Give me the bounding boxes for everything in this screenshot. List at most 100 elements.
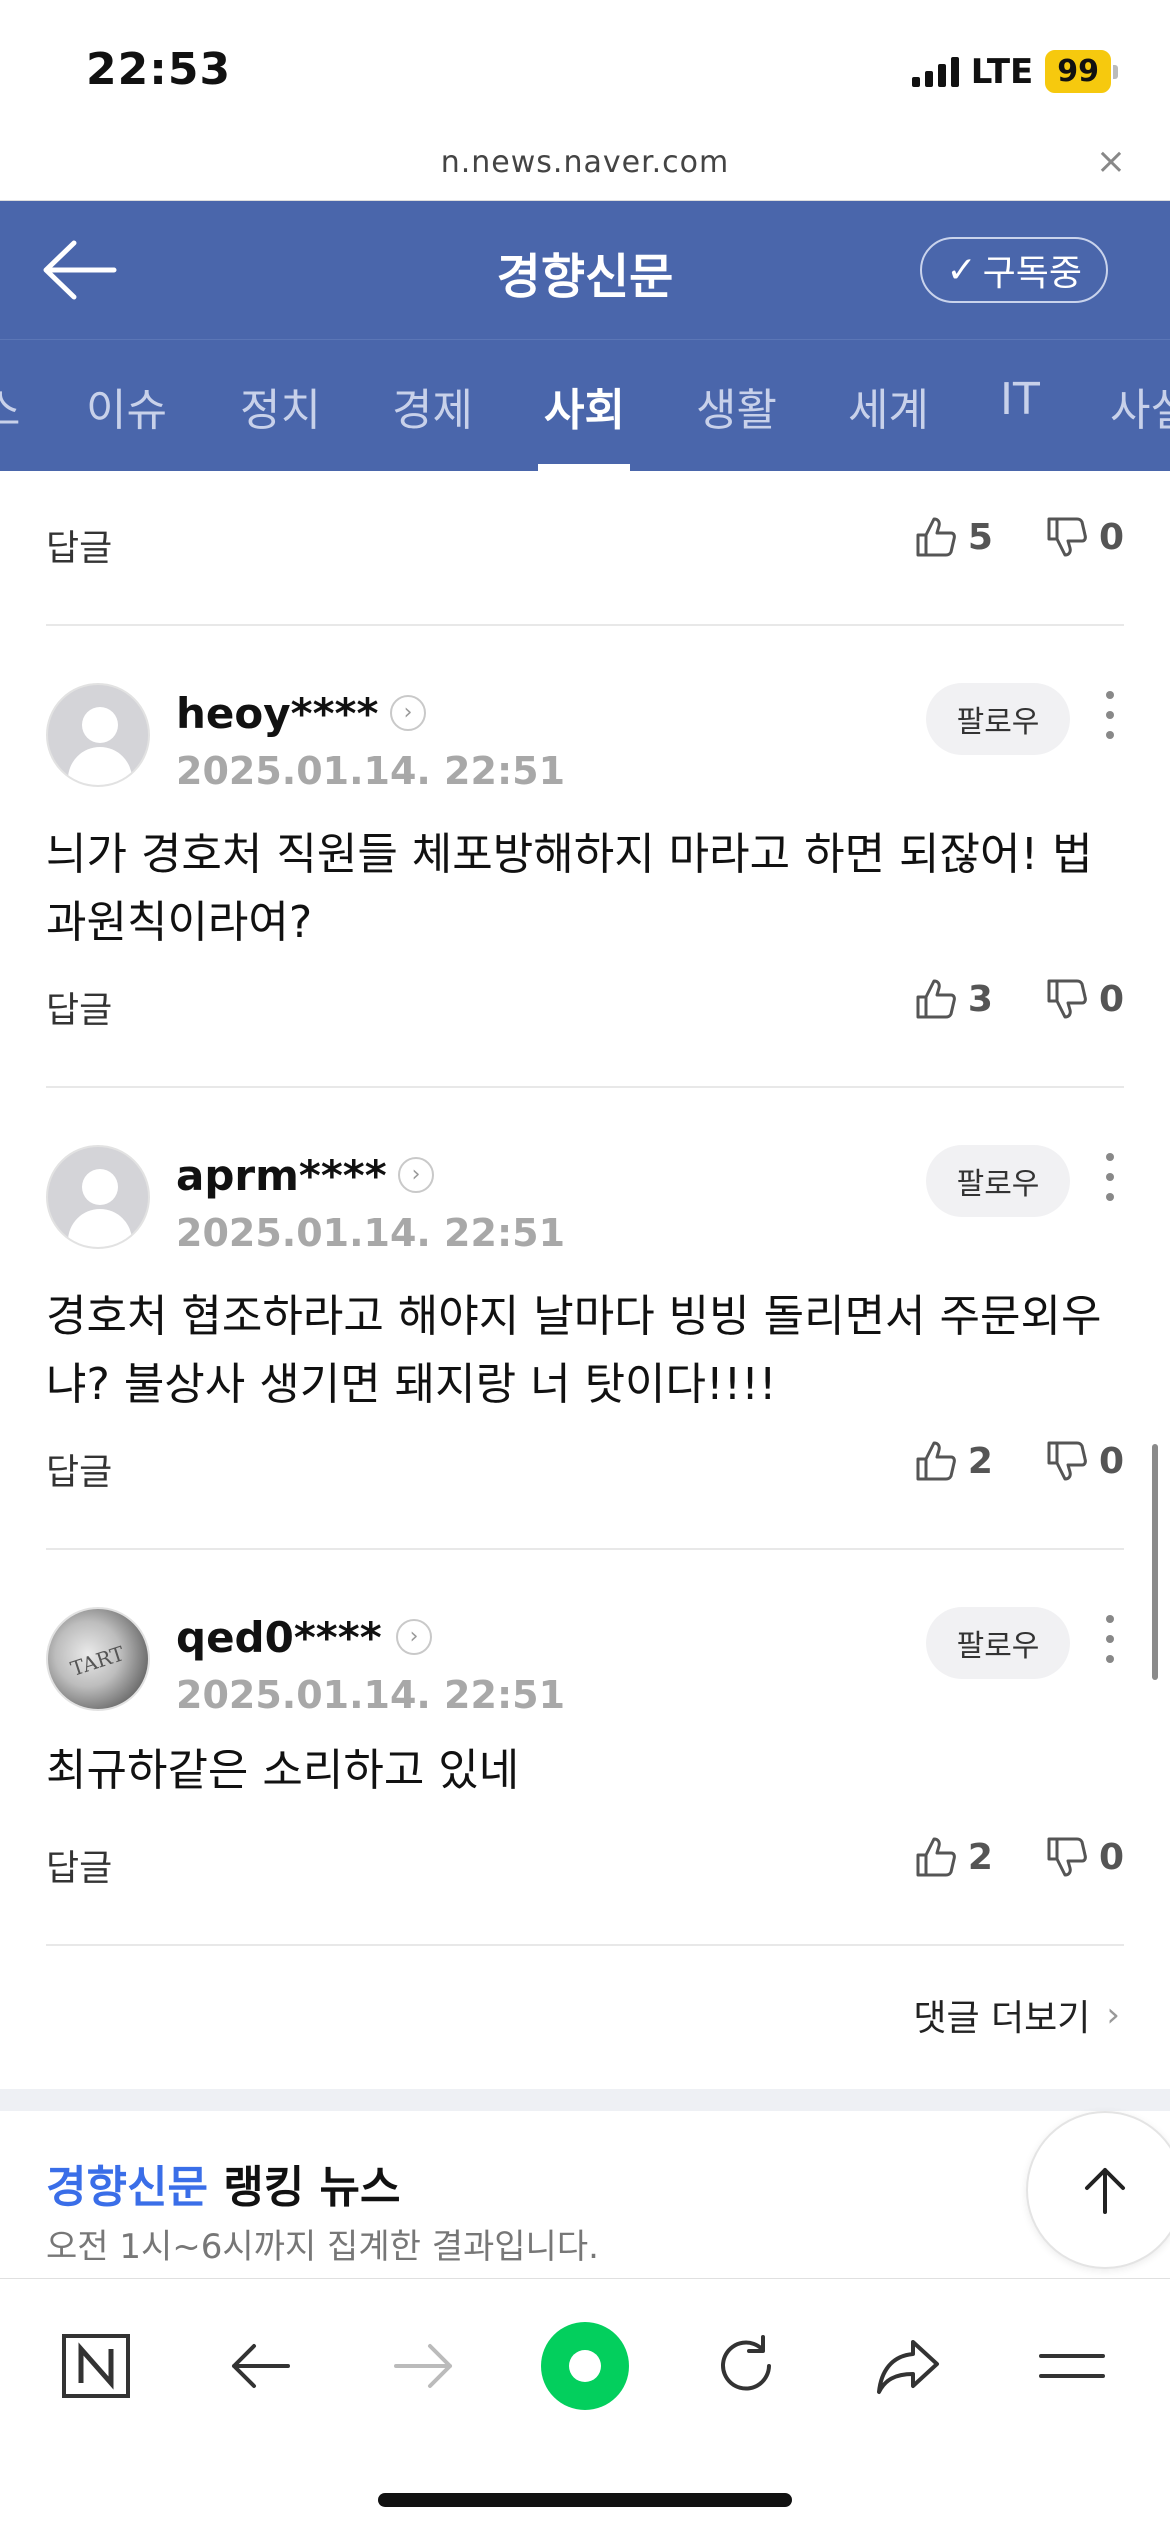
dislike-button[interactable]: 0 [1045, 1835, 1124, 1879]
check-icon: ✓ [946, 249, 977, 291]
close-icon[interactable]: × [1096, 141, 1126, 182]
comment-username[interactable]: aprm**** [176, 1151, 387, 1200]
like-count: 3 [967, 978, 993, 1020]
more-comments-link[interactable]: 댓글 더보기 › [913, 1989, 1120, 2041]
network-label: LTE [970, 51, 1034, 92]
forward-icon[interactable] [374, 2321, 474, 2411]
status-bar: 22:53 LTE 99 [0, 0, 1170, 145]
divider [46, 1548, 1124, 1550]
ranking-title-suffix: 랭킹 뉴스 [207, 2162, 401, 2213]
vote-group: 2 0 [914, 1835, 1124, 1879]
chevron-right-icon[interactable]: › [396, 1619, 432, 1655]
home-indicator[interactable] [378, 2493, 792, 2507]
reply-button[interactable]: 답글 [46, 981, 112, 1033]
avatar[interactable] [46, 683, 150, 787]
subscribe-label: 구독중 [982, 253, 1082, 294]
active-tab-indicator [538, 464, 630, 471]
tab-society[interactable]: 사회 [544, 374, 625, 438]
like-count: 5 [967, 516, 993, 558]
avatar[interactable]: TART [46, 1607, 150, 1711]
url-text[interactable]: n.news.naver.com [0, 145, 1170, 180]
follow-button[interactable]: 팔로우 [926, 1145, 1070, 1217]
thumbs-up-icon [916, 979, 956, 1019]
divider [46, 624, 1124, 626]
subscribe-button[interactable]: ✓ 구독중 [920, 237, 1108, 303]
comment-actions: 답글 5 0 [46, 511, 1124, 571]
chevron-right-icon[interactable]: › [398, 1157, 434, 1193]
dislike-button[interactable]: 0 [1045, 515, 1124, 559]
comment-actions: 답글 2 0 [46, 1831, 1124, 1891]
tab-economy[interactable]: 경제 [392, 374, 473, 438]
comment-timestamp: 2025.01.14. 22:51 [176, 749, 566, 793]
battery-tip [1113, 64, 1118, 79]
avatar-photo-text: TART [67, 1641, 128, 1681]
divider [46, 1086, 1124, 1088]
thumbs-down-icon [1047, 1837, 1087, 1877]
vote-group: 3 0 [914, 977, 1124, 1021]
ranking-brand[interactable]: 경향신문 [46, 2162, 208, 2213]
ranking-title: 경향신문 랭킹 뉴스 [46, 2151, 400, 2215]
tab-life[interactable]: 생활 [696, 374, 777, 438]
comment-actions: 답글 2 0 [46, 1435, 1124, 1495]
scrollbar[interactable] [1152, 1444, 1158, 1680]
like-button[interactable]: 3 [914, 977, 993, 1021]
chevron-right-icon: › [1106, 1995, 1120, 2035]
tab-world[interactable]: 세계 [848, 374, 929, 438]
like-count: 2 [967, 1440, 993, 1482]
like-button[interactable]: 2 [914, 1835, 993, 1879]
signal-icon [911, 56, 959, 87]
thumbs-down-icon [1047, 979, 1087, 1019]
dislike-button[interactable]: 0 [1045, 977, 1124, 1021]
naver-home-icon[interactable] [46, 2321, 146, 2411]
tab-partial-left[interactable]: 스 [0, 374, 20, 438]
chevron-right-icon[interactable]: › [390, 695, 426, 731]
comment-timestamp: 2025.01.14. 22:51 [176, 1673, 566, 1717]
back-icon[interactable] [210, 2321, 310, 2411]
vote-group: 5 0 [914, 515, 1124, 559]
dislike-button[interactable]: 0 [1045, 1439, 1124, 1483]
dislike-count: 0 [1098, 516, 1124, 558]
comment-username[interactable]: heoy**** [176, 689, 378, 738]
scroll-to-top-button[interactable] [1026, 2111, 1170, 2269]
more-options-icon[interactable] [1100, 1153, 1120, 1209]
thumbs-up-icon [916, 1837, 956, 1877]
like-button[interactable]: 5 [914, 515, 993, 559]
like-count: 2 [967, 1836, 993, 1878]
comment-text: 경호처 협조하라고 해야지 날마다 빙빙 돌리면서 주문외우냐? 불상사 생기면… [46, 1291, 1102, 1410]
more-comments-label: 댓글 더보기 [913, 1998, 1091, 2039]
tab-editorial[interactable]: 사설 [1110, 374, 1170, 438]
refresh-icon[interactable] [696, 2321, 796, 2411]
reply-button[interactable]: 답글 [46, 519, 112, 571]
avatar[interactable] [46, 1145, 150, 1249]
tab-it[interactable]: IT [1000, 374, 1040, 425]
reply-button[interactable]: 답글 [46, 1443, 112, 1495]
reply-button[interactable]: 답글 [46, 1839, 112, 1891]
menu-icon[interactable] [1022, 2321, 1122, 2411]
dislike-count: 0 [1098, 1440, 1124, 1482]
follow-button[interactable]: 팔로우 [926, 1607, 1070, 1679]
battery-icon: 99 [1045, 50, 1111, 93]
url-bar[interactable]: n.news.naver.com × [0, 135, 1170, 201]
ranking-subtitle: 오전 1시~6시까지 집계한 결과입니다. [46, 2227, 599, 2267]
dislike-count: 0 [1098, 978, 1124, 1020]
comment-actions: 답글 3 0 [46, 973, 1124, 1033]
green-dot-icon[interactable] [535, 2321, 635, 2411]
more-options-icon[interactable] [1100, 1615, 1120, 1671]
comment-username[interactable]: qed0**** [176, 1613, 382, 1662]
share-icon[interactable] [858, 2321, 958, 2411]
category-tabs: 스 이슈 정치 경제 사회 생활 세계 IT 사설 [0, 339, 1170, 471]
tab-issue[interactable]: 이슈 [86, 374, 167, 438]
dislike-count: 0 [1098, 1836, 1124, 1878]
like-button[interactable]: 2 [914, 1439, 993, 1483]
section-separator [0, 2089, 1170, 2111]
divider [46, 1944, 1124, 1946]
browser-toolbar [0, 2278, 1170, 2532]
thumbs-up-icon [916, 1441, 956, 1481]
tab-politics[interactable]: 정치 [240, 374, 321, 438]
comment-text: 늬가 경호처 직원들 체포방해하지 마라고 하면 되잖어! 법과원칙이라여? [46, 829, 1093, 948]
vote-group: 2 0 [914, 1439, 1124, 1483]
more-options-icon[interactable] [1100, 691, 1120, 747]
follow-button[interactable]: 팔로우 [926, 683, 1070, 755]
status-time: 22:53 [86, 44, 232, 95]
comment-timestamp: 2025.01.14. 22:51 [176, 1211, 566, 1255]
